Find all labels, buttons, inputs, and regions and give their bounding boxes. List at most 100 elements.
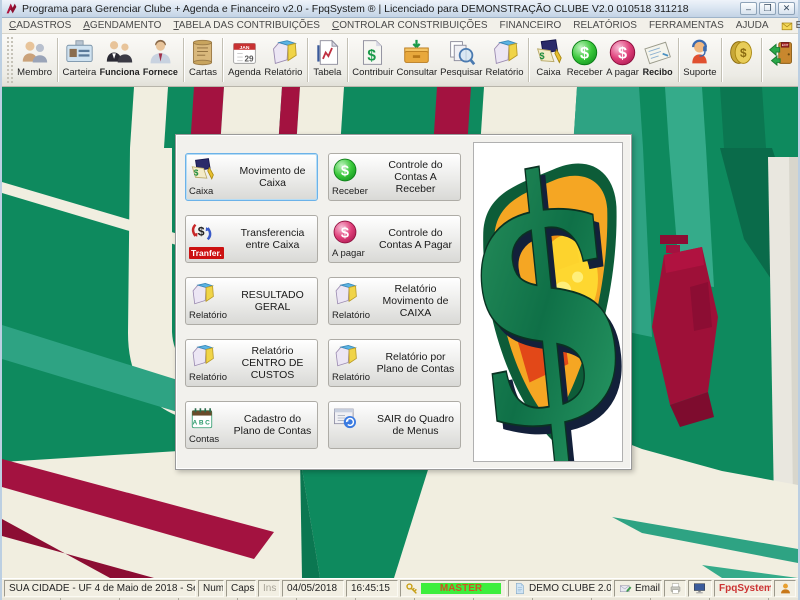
report-icon [490, 36, 519, 67]
toolbar-button-label: Pesquisar [440, 67, 482, 78]
toolbar-button-moeda[interactable]: $ [725, 34, 758, 86]
toolbar-button-receber[interactable]: $ Receber [565, 34, 604, 86]
dialog-button-contas-a-pagar[interactable]: $A pagarControle do Contas A Pagar [328, 215, 461, 263]
svg-text:$: $ [580, 44, 589, 62]
dialog-button-icon-area: $ Caixa [189, 156, 229, 198]
toolbar-button-sair[interactable]: EXIT [765, 34, 798, 86]
dialog-button-sair-quadro-menus[interactable]: SAIR do Quadro de Menus [328, 401, 461, 449]
toolbar-button-agenda[interactable]: JAN29Agenda [226, 34, 262, 86]
dialog-button-icon-area: Relatório [332, 342, 372, 384]
printer-icon [669, 582, 682, 595]
toolbar-button-fornece[interactable]: Fornece [141, 34, 179, 86]
status-user [774, 580, 796, 597]
toolbar-button-membro[interactable]: Membro [15, 34, 53, 86]
dialog-button-relatorio-centro-custos[interactable]: RelatórioRelatório CENTRO DE CUSTOS [185, 339, 318, 387]
restore-button[interactable]: ❐ [759, 2, 776, 15]
dialog-button-caption: Relatório [332, 373, 370, 383]
toolbar-separator [307, 38, 308, 82]
menu-item-cadastros[interactable]: CADASTROS [4, 18, 76, 33]
menu-item-email[interactable]: E-MAIL [776, 18, 800, 33]
status-user-level-text: MASTER [421, 583, 501, 594]
toolbar-button-label: Carteira [62, 67, 96, 78]
svg-text:$: $ [539, 51, 544, 61]
toolbar-button-relatorio-contrib[interactable]: Relatório [484, 34, 525, 86]
close-window-icon [332, 405, 358, 431]
toolbar-button-label: Caixa [536, 67, 560, 78]
status-client-name-text: DEMO CLUBE 2.0 [529, 583, 612, 594]
menu-item-tabela-das-contribuicoes[interactable]: TABELA DAS CONTRIBUIÇÕES [168, 18, 325, 33]
minimize-button[interactable]: – [740, 2, 757, 15]
status-email-text: Email [635, 583, 660, 594]
status-date: 04/05/2018 [282, 580, 344, 597]
toolbar-button-suporte[interactable]: Suporte [681, 34, 718, 86]
toolbar-separator [678, 38, 679, 82]
exit-door-icon: EXIT [767, 36, 796, 67]
toolbar-button-label: Cartas [189, 67, 217, 78]
toolbar-button-label: Receber [567, 67, 603, 78]
window-controls: – ❐ ✕ [740, 2, 795, 15]
toolbar-button-label: Tabela [313, 67, 341, 78]
menu-item-financeiro[interactable]: FINANCEIRO [495, 18, 567, 33]
dialog-button-caption: Caixa [189, 187, 213, 197]
menu-item-controlar-constribuicoes[interactable]: CONTROLAR CONSTRIBUIÇÕES [327, 18, 493, 33]
menu-item-label: CADASTROS [9, 20, 71, 31]
dialog-button-relatorio-movimento-caixa[interactable]: RelatórioRelatório Movimento de CAIXA [328, 277, 461, 325]
toolbar-button-cartas[interactable]: Cartas [187, 34, 220, 86]
dialog-button-caption: Relatório [189, 311, 227, 321]
email-status-icon [619, 582, 632, 595]
id-card-icon [65, 36, 94, 67]
report-icon [269, 36, 298, 67]
dialog-button-label: Transferencia entre Caixa [231, 218, 314, 260]
dialog-button-resultado-geral[interactable]: RelatórioRESULTADO GERAL [185, 277, 318, 325]
toolbar-button-consultar[interactable]: Consultar [395, 34, 439, 86]
toolbar-button-a-pagar[interactable]: $A pagar [604, 34, 640, 86]
dialog-button-caption: A pagar [332, 249, 365, 259]
toolbar-button-carteira[interactable]: Carteira [61, 34, 98, 86]
dialog-button-transferencia-entre-caixa[interactable]: $Tranfer.Transferencia entre Caixa [185, 215, 318, 263]
svg-text:$: $ [618, 44, 627, 62]
toolbar-button-caixa[interactable]: $ Caixa [532, 34, 565, 86]
dialog-button-contas-a-receber[interactable]: $ReceberControle do Contas A Receber [328, 153, 461, 201]
coin-icon: $ [727, 36, 756, 67]
menu-item-label: TABELA DAS CONTRIBUIÇÕES [173, 20, 320, 31]
dialog-button-caption: Tranfer. [189, 247, 224, 259]
consult-icon [402, 36, 431, 67]
toolbar-button-contribuir[interactable]: $Contribuir [351, 34, 395, 86]
close-button[interactable]: ✕ [778, 2, 795, 15]
statusbar: SUA CIDADE - UF 4 de Maio de 2018 - Sext… [2, 578, 798, 598]
toolbar-button-recibo[interactable]: Recibo [641, 34, 675, 86]
toolbar-button-relatorio-agenda[interactable]: Relatório [263, 34, 304, 86]
svg-text:$: $ [740, 47, 747, 60]
toolbar-button-label: Consultar [397, 67, 438, 78]
toolbar-button-label: Relatório [486, 67, 524, 78]
menu-item-agendamento[interactable]: AGENDAMENTO [78, 18, 166, 33]
menu-item-ferramentas[interactable]: FERRAMENTAS [644, 18, 729, 33]
toolbar-separator [347, 38, 348, 82]
menu-item-relatorios[interactable]: RELATÓRIOS [568, 18, 642, 33]
status-ins: Ins [258, 580, 280, 597]
svg-text:$: $ [194, 169, 199, 178]
status-num-lock-text: Num [203, 583, 224, 594]
toolbar-button-label: Funciona [100, 67, 140, 78]
dollar-shield-art: $ $ [474, 143, 622, 461]
toolbar-gripper[interactable] [6, 37, 13, 83]
dialog-button-icon-area: $Tranfer. [189, 218, 229, 260]
report-icon [332, 281, 358, 307]
toolbar-button-tabela[interactable]: Tabela [311, 34, 344, 86]
svg-text:29: 29 [245, 55, 255, 64]
svg-text:$: $ [341, 163, 349, 179]
dialog-button-relatorio-plano-contas[interactable]: RelatórioRelatório por Plano de Contas [328, 339, 461, 387]
keys-icon [405, 582, 418, 595]
toolbar-button-label: Recibo [643, 67, 673, 78]
dialog-button-cadastro-plano-contas[interactable]: ABCContasCadastro do Plano de Contas [185, 401, 318, 449]
toolbar-button-funciona[interactable]: Funciona [98, 34, 141, 86]
status-city-date: SUA CIDADE - UF 4 de Maio de 2018 - Sext… [4, 580, 196, 597]
report-icon [189, 281, 215, 307]
menu-item-label: FINANCEIRO [500, 20, 562, 31]
status-time-text: 16:45:15 [351, 583, 390, 594]
monitor-icon [693, 582, 706, 595]
toolbar-button-pesquisar[interactable]: Pesquisar [439, 34, 484, 86]
dialog-button-movimento-de-caixa[interactable]: $CaixaMovimento de Caixa [185, 153, 318, 201]
toolbar-button-label: Membro [17, 67, 52, 78]
menu-item-ajuda[interactable]: AJUDA [731, 18, 774, 33]
